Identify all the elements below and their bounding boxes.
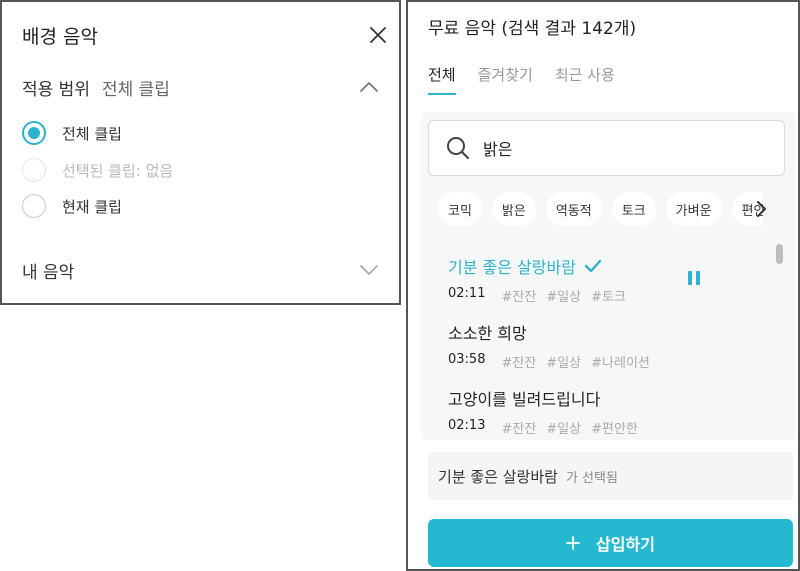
chevron-down-icon[interactable] bbox=[358, 263, 380, 277]
apply-scope-value: 전체 클립 bbox=[101, 79, 170, 100]
track-meta: 03:58 #잔잔 #일상 #나레이션 bbox=[448, 352, 650, 371]
track-duration: 03:58 bbox=[448, 352, 486, 367]
radio-selected-clips[interactable]: 선택된 클립: 없음 bbox=[22, 157, 173, 183]
track-title: 고양이를 빌려드립니다 bbox=[448, 390, 601, 409]
track-tag: #잔잔 bbox=[501, 422, 537, 437]
tab-all[interactable]: 전체 bbox=[428, 64, 456, 95]
track-tag: #잔잔 bbox=[501, 356, 537, 371]
close-icon[interactable] bbox=[367, 24, 389, 46]
track-title-row: 기분 좋은 살랑바람 bbox=[448, 254, 602, 278]
apply-scope-label: 적용 범위 bbox=[22, 79, 90, 100]
panel-title: 배경 음악 bbox=[22, 26, 98, 48]
track-tag: #나레이션 bbox=[591, 356, 650, 371]
radio-indicator[interactable] bbox=[22, 194, 46, 218]
pause-icon[interactable] bbox=[685, 269, 703, 287]
chip-light[interactable]: 가벼운 bbox=[665, 192, 722, 226]
radio-label: 현재 클립 bbox=[62, 197, 122, 216]
chip-comic[interactable]: 코믹 bbox=[438, 192, 482, 226]
radio-label: 선택된 클립: 없음 bbox=[62, 161, 174, 180]
search-icon bbox=[447, 137, 470, 160]
chip-talk[interactable]: 토크 bbox=[611, 192, 656, 226]
track-meta: 02:11 #잔잔 #일상 #토크 bbox=[448, 286, 626, 305]
track-tag: #토크 bbox=[591, 290, 626, 305]
radio-indicator[interactable] bbox=[22, 158, 46, 182]
insert-button[interactable]: 삽입하기 bbox=[428, 519, 793, 567]
free-music-panel: 무료 음악 (검색 결과 142개) 전체 즐겨찾기 최근 사용 코믹 밝은 역… bbox=[406, 0, 800, 571]
chip-dynamic[interactable]: 역동적 bbox=[545, 192, 602, 226]
panel-title: 무료 음악 (검색 결과 142개) bbox=[428, 19, 637, 39]
track-item[interactable]: 고양이를 빌려드립니다 02:13 #잔잔 #일상 #편안한 bbox=[421, 374, 781, 440]
search-box[interactable] bbox=[428, 120, 785, 176]
track-duration: 02:13 bbox=[448, 418, 486, 433]
track-item[interactable]: 소소한 희망 03:58 #잔잔 #일상 #나레이션 bbox=[421, 308, 781, 374]
search-input[interactable] bbox=[483, 138, 773, 158]
track-tag: #잔잔 bbox=[501, 290, 537, 305]
selected-suffix: 가 선택됨 bbox=[565, 470, 618, 486]
music-tabs: 전체 즐겨찾기 최근 사용 bbox=[428, 64, 615, 95]
track-title-row: 소소한 희망 bbox=[448, 320, 527, 344]
track-tag: #편안한 bbox=[591, 422, 638, 437]
track-title-row: 고양이를 빌려드립니다 bbox=[448, 386, 600, 410]
track-title: 소소한 희망 bbox=[448, 324, 527, 343]
track-duration: 02:11 bbox=[448, 286, 486, 301]
selection-bar: 기분 좋은 살랑바람 가 선택됨 bbox=[428, 452, 793, 500]
track-meta: 02:13 #잔잔 #일상 #편안한 bbox=[448, 418, 638, 437]
insert-button-label: 삽입하기 bbox=[596, 535, 655, 554]
radio-indicator[interactable] bbox=[22, 121, 46, 145]
apply-scope-header[interactable]: 적용 범위 전체 클립 bbox=[22, 76, 170, 100]
radio-current-clip[interactable]: 현재 클립 bbox=[22, 193, 122, 219]
track-tag: #일상 bbox=[546, 356, 582, 371]
track-tag: #일상 bbox=[546, 422, 582, 437]
chevron-up-icon[interactable] bbox=[358, 80, 380, 94]
my-music-header[interactable]: 내 음악 bbox=[22, 258, 74, 283]
radio-label: 전체 클립 bbox=[62, 124, 122, 143]
track-list-scrollbar[interactable] bbox=[776, 244, 783, 264]
check-icon bbox=[584, 259, 602, 273]
radio-all-clips[interactable]: 전체 클립 bbox=[22, 120, 122, 146]
track-item[interactable]: 기분 좋은 살랑바람 02:11 #잔잔 #일상 #토크 bbox=[421, 242, 781, 308]
mood-chip-row: 코믹 밝은 역동적 토크 가벼운 편안한 bbox=[438, 192, 763, 228]
tab-favorites[interactable]: 즐겨찾기 bbox=[478, 64, 533, 95]
selected-track-title: 기분 좋은 살랑바람 bbox=[438, 467, 558, 486]
tab-recent[interactable]: 최근 사용 bbox=[555, 64, 615, 95]
background-music-panel: 배경 음악 적용 범위 전체 클립 전체 클립 선택된 클립: 없음 현재 클립… bbox=[0, 0, 401, 305]
chevron-right-icon[interactable] bbox=[754, 200, 768, 218]
track-list: 기분 좋은 살랑바람 02:11 #잔잔 #일상 #토크 소소한 희망 03:5… bbox=[421, 242, 781, 440]
track-tag: #일상 bbox=[546, 290, 582, 305]
chip-bright[interactable]: 밝은 bbox=[491, 192, 536, 226]
track-title: 기분 좋은 살랑바람 bbox=[448, 258, 576, 277]
plus-icon bbox=[566, 536, 580, 550]
